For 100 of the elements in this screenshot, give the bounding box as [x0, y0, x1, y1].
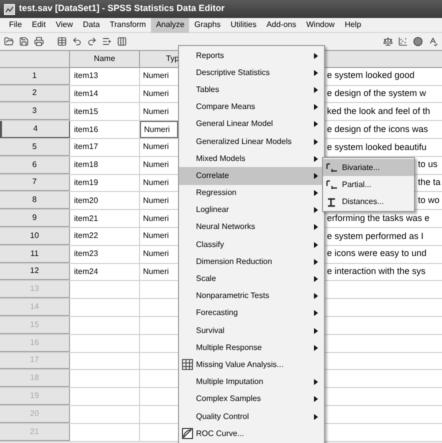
menu-option[interactable]: Scale — [179, 270, 324, 288]
submenu-arrow-icon — [314, 396, 318, 402]
menu-option[interactable]: Survival — [179, 322, 324, 340]
menu-option[interactable]: Forecasting — [179, 304, 324, 322]
menu-option[interactable]: Reports — [179, 47, 324, 64]
submenu-arrow-icon — [314, 293, 318, 300]
print-icon[interactable] — [34, 36, 44, 47]
row-number[interactable]: 12 — [0, 264, 70, 280]
redo-icon[interactable] — [87, 36, 98, 47]
submenu-arrow-icon — [314, 52, 318, 59]
menu-option[interactable]: Multiple Imputation — [179, 374, 324, 391]
menu-option[interactable]: Correlate — [179, 167, 324, 184]
menu-item[interactable]: File — [4, 18, 27, 32]
table-cell: Numeri — [143, 159, 169, 172]
spell-check-icon[interactable] — [428, 36, 438, 47]
row-number[interactable]: 2 — [0, 86, 70, 102]
grid-icon — [182, 359, 192, 370]
table-cell: item14 — [74, 88, 98, 100]
menu-option[interactable]: Regression — [179, 184, 324, 202]
circle-icon[interactable] — [413, 36, 424, 47]
menu-item[interactable]: Data — [78, 18, 105, 32]
undo-icon[interactable] — [72, 36, 82, 47]
table-cell-text: e system looked beautifu — [327, 140, 427, 154]
scale-icon[interactable] — [383, 36, 394, 47]
row-number[interactable]: 5 — [0, 138, 70, 156]
menu-item[interactable]: Transform — [104, 18, 151, 32]
menu-option[interactable]: Loglinear — [179, 202, 324, 219]
insert-column-icon[interactable] — [117, 36, 128, 47]
table-cell: item21 — [74, 212, 98, 225]
submenu-arrow-icon — [314, 70, 318, 76]
menu-option[interactable]: Neural Networks — [179, 218, 324, 236]
menu-option[interactable]: Dimension Reduction — [179, 253, 324, 270]
submenu-arrow-icon — [314, 258, 318, 265]
row-number[interactable]: 7 — [0, 174, 70, 192]
submenu-arrow-icon — [314, 172, 318, 179]
submenu-arrow-icon — [314, 344, 318, 351]
menu-option[interactable]: Missing Value Analysis... — [179, 356, 324, 374]
table-cell: Numeri — [143, 88, 169, 100]
submenu-arrow-icon — [314, 224, 318, 230]
table-cell: Numeri — [143, 266, 169, 278]
table-cell: Numeri — [143, 248, 169, 260]
table-cell: item24 — [74, 266, 98, 278]
table-cell: item18 — [74, 159, 98, 172]
menu-option[interactable]: Bivariate... — [323, 159, 414, 176]
scatter-icon[interactable] — [398, 36, 408, 47]
menu-option[interactable]: Mixed Models — [179, 150, 324, 168]
menu-option[interactable]: Complex Samples — [179, 390, 324, 408]
menu-option[interactable]: Distances... — [323, 193, 414, 210]
menu-item[interactable]: Window — [301, 18, 340, 32]
table-cell-text: the ta — [418, 176, 441, 190]
table-cell: item20 — [74, 194, 98, 207]
row-number[interactable]: 9 — [0, 210, 70, 227]
table-cell: item13 — [74, 70, 98, 82]
submenu-arrow-icon — [314, 207, 318, 214]
menu-item[interactable]: Help — [340, 18, 366, 32]
menu-option[interactable]: Compare Means — [179, 98, 324, 116]
menu-option[interactable]: ROC Curve... — [179, 425, 324, 442]
menu-option[interactable]: Tables — [179, 81, 324, 99]
row-number[interactable]: 10 — [0, 228, 70, 245]
table-cell: Numeri — [143, 194, 169, 207]
menu-item[interactable]: Edit — [26, 18, 51, 32]
table-cell: Numeri — [143, 176, 169, 189]
menu-option[interactable]: Nonparametric Tests — [179, 288, 324, 305]
row-number[interactable]: 8 — [0, 192, 70, 210]
row-number[interactable]: 1 — [0, 68, 70, 85]
row-number[interactable]: 11 — [0, 246, 70, 263]
table-cell: Numeri — [143, 141, 169, 154]
column-header[interactable]: Name — [70, 51, 140, 67]
table-cell-text: e design of the system w — [327, 87, 426, 100]
curve-chart-icon — [182, 428, 192, 440]
menu-item[interactable]: Graphs — [189, 18, 226, 32]
table-icon[interactable] — [57, 36, 68, 47]
table-cell: Numeri — [144, 124, 170, 136]
row-number[interactable]: 6 — [0, 156, 70, 174]
submenu-arrow-icon — [314, 310, 318, 316]
table-cell-text: e system looked good — [327, 69, 415, 82]
window-title: test.sav [DataSet1] - SPSS Statistics Data Editor — [19, 2, 225, 16]
menu-item[interactable]: View — [50, 18, 78, 32]
menu-option[interactable]: Quality Control — [179, 408, 324, 426]
table-cell: item22 — [74, 230, 98, 242]
submenu-arrow-icon — [314, 86, 318, 93]
app-icon — [4, 4, 15, 14]
menu-option[interactable]: Partial... — [323, 176, 414, 193]
submenu-arrow-icon — [314, 138, 318, 145]
row-number[interactable]: 3 — [0, 103, 70, 120]
submenu-arrow-icon — [314, 242, 318, 248]
menu-option[interactable]: Classify — [179, 236, 324, 254]
menu-option[interactable]: Generalized Linear Models — [179, 132, 324, 150]
submenu-arrow-icon — [314, 156, 318, 162]
menu-option[interactable]: Multiple Response — [179, 339, 324, 356]
menu-option[interactable]: General Linear Model — [179, 116, 324, 133]
menu-item[interactable]: Utilities — [226, 18, 262, 32]
table-cell-text: e icons were easy to und — [327, 247, 427, 260]
save-icon[interactable] — [18, 36, 29, 47]
row-number[interactable]: 4 — [0, 121, 70, 138]
insert-rows-icon[interactable] — [102, 36, 112, 47]
open-icon[interactable] — [4, 36, 14, 47]
menu-option[interactable]: Descriptive Statistics — [179, 64, 324, 82]
menu-item[interactable]: Analyze — [150, 18, 190, 32]
menu-item[interactable]: Add-ons — [261, 18, 302, 32]
